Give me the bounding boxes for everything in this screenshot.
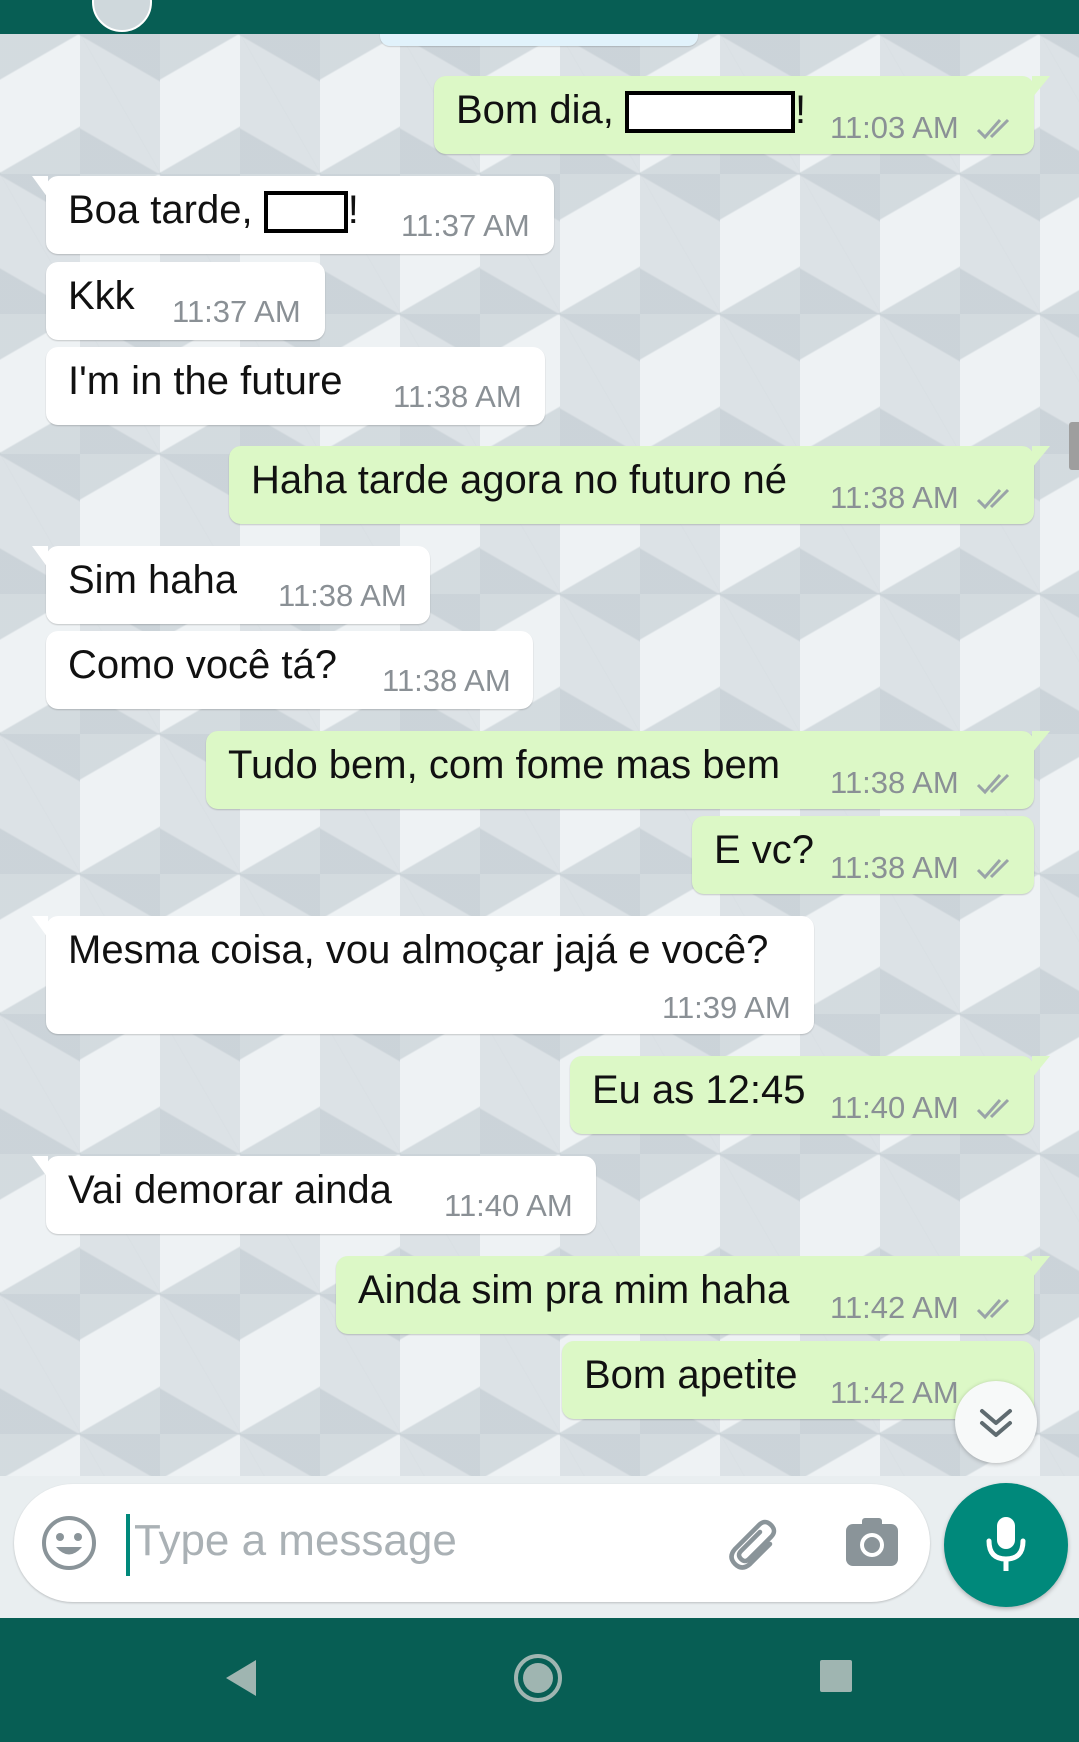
scrollbar-thumb[interactable] [1069,422,1079,470]
read-ticks-icon [976,1098,1010,1120]
message-suffix: ! [347,188,359,232]
message-text: E vc? [714,828,815,872]
recents-square-icon[interactable] [816,1656,856,1696]
double-chevron-down-icon [980,1409,1012,1437]
chat-header [0,0,1079,34]
message-time: 11:38 AM [830,850,959,885]
message-text: Ainda sim pra mim haha [358,1268,790,1312]
message-time: 11:40 AM [444,1188,573,1223]
message-incoming[interactable]: Boa tarde, ! 11:37 AM [32,176,554,254]
contact-avatar[interactable] [92,0,152,32]
message-outgoing[interactable]: Bom dia, ! 11:03 AM [434,76,1050,154]
text-cursor [126,1514,130,1576]
read-ticks-icon [976,1298,1010,1320]
message-time: 11:42 AM [830,1290,959,1325]
message-text: Haha tarde agora no futuro né [251,458,787,502]
message-incoming[interactable]: Vai demorar ainda 11:40 AM [32,1156,596,1234]
date-chip [380,34,698,46]
read-ticks-icon [976,773,1010,795]
redacted-name-box [624,91,795,134]
message-incoming[interactable]: Kkk 11:37 AM [46,262,325,340]
message-text: Bom apetite [584,1353,798,1397]
message-text: Sim haha [68,558,237,602]
message-composer[interactable]: Type a message [14,1484,930,1602]
message-time: 11:39 AM [662,990,791,1025]
message-text: Vai demorar ainda [68,1168,392,1212]
scroll-to-bottom-button[interactable] [955,1381,1037,1463]
message-time: 11:38 AM [278,578,407,613]
message-text: Mesma coisa, vou almoçar jajá e você? [68,928,769,972]
message-incoming[interactable]: Sim haha 11:38 AM [32,546,430,624]
message-outgoing[interactable]: Tudo bem, com fome mas bem 11:38 AM [206,731,1050,809]
read-ticks-icon [976,488,1010,510]
message-incoming[interactable]: Como você tá? 11:38 AM [46,631,533,709]
voice-record-button[interactable] [944,1483,1068,1607]
message-time: 11:37 AM [401,208,530,243]
read-ticks-icon [976,118,1010,140]
home-circle-icon[interactable] [512,1652,564,1704]
back-triangle-icon[interactable] [220,1654,260,1702]
message-text: Como você tá? [68,643,338,687]
message-outgoing[interactable]: E vc? 11:38 AM [692,816,1034,894]
android-nav-bar [0,1618,1079,1742]
paperclip-icon[interactable] [724,1514,786,1574]
message-outgoing[interactable]: Haha tarde agora no futuro né 11:38 AM [229,446,1050,524]
redacted-name-box [263,191,348,234]
message-text: Bom dia, [456,88,614,132]
read-ticks-icon [976,858,1010,880]
message-text: Eu as 12:45 [592,1068,806,1112]
message-text: Tudo bem, com fome mas bem [228,743,781,787]
message-incoming[interactable]: I'm in the future 11:38 AM [46,347,545,425]
message-time: 11:38 AM [830,765,959,800]
message-text: I'm in the future [68,359,343,403]
message-outgoing[interactable]: Eu as 12:45 11:40 AM [570,1056,1050,1134]
emoji-icon[interactable] [40,1514,98,1572]
message-time: 11:37 AM [172,294,301,329]
mic-icon [986,1517,1026,1571]
message-suffix: ! [794,88,807,132]
message-time: 11:38 AM [830,480,959,515]
message-time: 11:40 AM [830,1090,959,1125]
message-text: Boa tarde, [68,188,253,232]
chat-area[interactable]: Bom dia, ! 11:03 AM Boa tarde, ! 11:37 A… [0,34,1079,1476]
message-input[interactable]: Type a message [134,1516,457,1566]
message-text: Kkk [68,274,135,318]
message-time: 11:03 AM [830,110,959,145]
message-time: 11:42 AM [830,1375,959,1410]
message-time: 11:38 AM [393,379,522,414]
camera-icon[interactable] [844,1516,900,1568]
message-incoming[interactable]: Mesma coisa, vou almoçar jajá e você? 11… [32,916,814,1034]
message-outgoing[interactable]: Ainda sim pra mim haha 11:42 AM [336,1256,1050,1334]
message-time: 11:38 AM [382,663,511,698]
